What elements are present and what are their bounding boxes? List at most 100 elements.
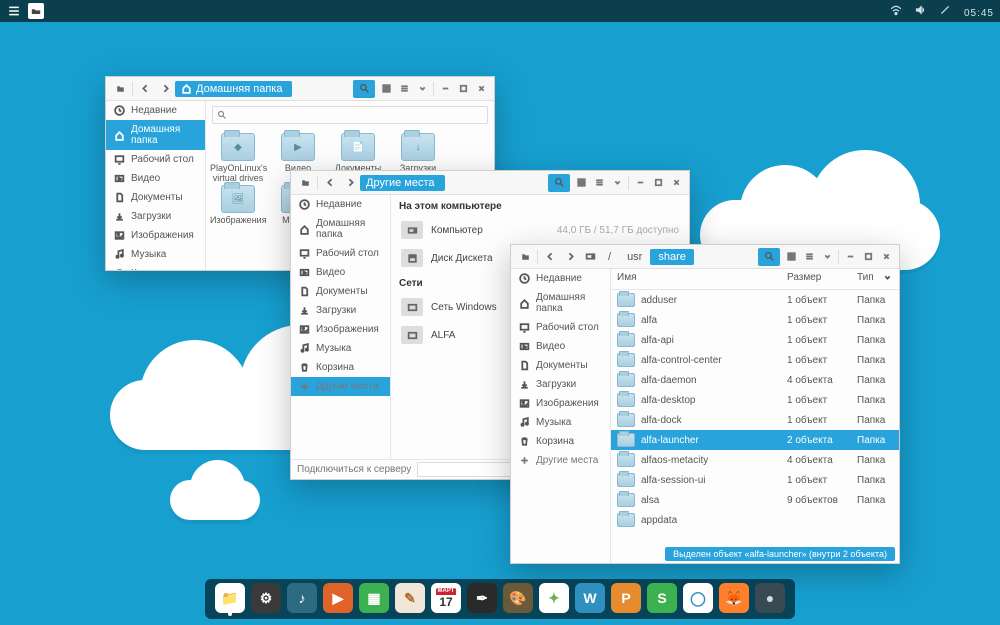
view-menu-button[interactable]	[818, 248, 836, 266]
window-minimize-button[interactable]	[631, 174, 649, 192]
sidebar-item-music[interactable]: Музыка	[511, 413, 610, 432]
table-row[interactable]: alfa-api 1 объект Папка	[611, 330, 899, 350]
dock-wps-presentation-icon[interactable]: P	[611, 583, 641, 613]
sidebar-item-home[interactable]: Домашняя папка	[511, 288, 610, 318]
sidebar-item-desktop[interactable]: Рабочий стол	[106, 150, 205, 169]
dock-calendar-icon[interactable]: МАРТ17	[431, 583, 461, 613]
window-maximize-button[interactable]	[859, 248, 877, 266]
nav-back-button[interactable]	[320, 173, 340, 193]
dock-app-icon[interactable]: ●	[755, 583, 785, 613]
sidebar-item-image[interactable]: Изображения	[291, 320, 390, 339]
network-icon[interactable]	[939, 4, 951, 16]
breadcrumb-other[interactable]: Другие места	[360, 175, 445, 191]
dock-firefox-icon[interactable]: 🦊	[719, 583, 749, 613]
table-row[interactable]: alfaos-metacity 4 объекта Папка	[611, 450, 899, 470]
dock-video-icon[interactable]: ▶	[323, 583, 353, 613]
search-button[interactable]	[353, 80, 375, 98]
sidebar-item-doc[interactable]: Документы	[291, 282, 390, 301]
dock-wps-spreadsheet-icon[interactable]: S	[647, 583, 677, 613]
app-menu-icon[interactable]	[6, 3, 22, 19]
dock-settings-icon[interactable]: ⚙	[251, 583, 281, 613]
sidebar-item-plus[interactable]: Другие места	[291, 377, 390, 396]
table-row[interactable]: alfa-daemon 4 объекта Папка	[611, 370, 899, 390]
sidebar-item-download[interactable]: Загрузки	[291, 301, 390, 320]
sidebar-item-trash[interactable]: Корзина	[511, 432, 610, 451]
sidebar-item-doc[interactable]: Документы	[106, 188, 205, 207]
table-row[interactable]: adduser 1 объект Папка	[611, 290, 899, 310]
sidebar-item-image[interactable]: Изображения	[106, 226, 205, 245]
search-button[interactable]	[548, 174, 570, 192]
breadcrumb-root[interactable]: /	[600, 249, 619, 265]
table-row[interactable]: appdata	[611, 510, 899, 530]
sidebar-item-desktop[interactable]: Рабочий стол	[511, 318, 610, 337]
table-row[interactable]: alfa-control-center 1 объект Папка	[611, 350, 899, 370]
table-row[interactable]: alfa 1 объект Папка	[611, 310, 899, 330]
window-minimize-button[interactable]	[841, 248, 859, 266]
dock-gimp-icon[interactable]: 🎨	[503, 583, 533, 613]
sidebar-item-trash[interactable]: Корзина	[291, 358, 390, 377]
folder-item[interactable]: 🖼 Изображения	[210, 185, 266, 235]
dock-notes-icon[interactable]: ✎	[395, 583, 425, 613]
sidebar-item-home[interactable]: Домашняя папка	[291, 214, 390, 244]
dock-files-icon[interactable]: 📁	[215, 583, 245, 613]
window-minimize-button[interactable]	[436, 80, 454, 98]
view-grid-button[interactable]	[782, 248, 800, 266]
search-input[interactable]	[212, 106, 488, 124]
sidebar-item-video[interactable]: Видео	[511, 337, 610, 356]
caret-down-icon[interactable]	[882, 272, 893, 286]
window-close-button[interactable]	[667, 174, 685, 192]
sidebar-item-video[interactable]: Видео	[291, 263, 390, 282]
sidebar-item-desktop[interactable]: Рабочий стол	[291, 244, 390, 263]
nav-back-button[interactable]	[540, 247, 560, 267]
view-list-button[interactable]	[395, 80, 413, 98]
wifi-icon[interactable]	[890, 4, 902, 16]
search-button[interactable]	[758, 248, 780, 266]
sidebar-item-trash[interactable]: Корзина	[106, 264, 205, 270]
table-row[interactable]: alsa 9 объектов Папка	[611, 490, 899, 510]
place-row[interactable]: Компьютер 44,0 ГБ / 51,7 ГБ доступно	[391, 216, 689, 244]
sidebar-item-image[interactable]: Изображения	[511, 394, 610, 413]
dock-inkscape-icon[interactable]: ✒	[467, 583, 497, 613]
sidebar-item-plus[interactable]: Другие места	[511, 451, 610, 470]
view-menu-button[interactable]	[413, 80, 431, 98]
sidebar-item-music[interactable]: Музыка	[106, 245, 205, 264]
column-label[interactable]: Имя	[617, 272, 747, 286]
table-row[interactable]: alfa-dock 1 объект Папка	[611, 410, 899, 430]
breadcrumb-home[interactable]: Домашняя папка	[175, 81, 292, 97]
dock-spreadsheet-icon[interactable]: ▦	[359, 583, 389, 613]
column-label[interactable]: Размер	[787, 272, 857, 286]
nav-fwd-button[interactable]	[340, 173, 360, 193]
folder-item[interactable]: ◆ PlayOnLinux's virtual drives	[210, 133, 266, 183]
dock-music-icon[interactable]: ♪	[287, 583, 317, 613]
sidebar-item-clock[interactable]: Недавние	[291, 195, 390, 214]
view-grid-button[interactable]	[572, 174, 590, 192]
sidebar-item-download[interactable]: Загрузки	[106, 207, 205, 226]
dock-wps-writer-icon[interactable]: W	[575, 583, 605, 613]
nav-fwd-button[interactable]	[155, 79, 175, 99]
sidebar-item-download[interactable]: Загрузки	[511, 375, 610, 394]
sidebar-item-home[interactable]: Домашняя папка	[106, 120, 205, 150]
sidebar-item-clock[interactable]: Недавние	[106, 101, 205, 120]
window-close-button[interactable]	[472, 80, 490, 98]
window-maximize-button[interactable]	[454, 80, 472, 98]
dock-chromium-icon[interactable]: ◯	[683, 583, 713, 613]
view-list-button[interactable]	[800, 248, 818, 266]
breadcrumb-usr[interactable]: usr	[619, 249, 650, 265]
view-menu-button[interactable]	[608, 174, 626, 192]
table-row[interactable]: alfa-session-ui 1 объект Папка	[611, 470, 899, 490]
column-label[interactable]	[747, 272, 787, 286]
sidebar-item-video[interactable]: Видео	[106, 169, 205, 188]
nav-fwd-button[interactable]	[560, 247, 580, 267]
view-grid-button[interactable]	[377, 80, 395, 98]
breadcrumb-share[interactable]: share	[650, 249, 694, 265]
panel-clock[interactable]: 05:45	[964, 8, 994, 19]
window-maximize-button[interactable]	[649, 174, 667, 192]
dock-playonlinux-icon[interactable]: ✦	[539, 583, 569, 613]
window-close-button[interactable]	[877, 248, 895, 266]
sidebar-item-music[interactable]: Музыка	[291, 339, 390, 358]
nav-back-button[interactable]	[135, 79, 155, 99]
table-row[interactable]: alfa-launcher 2 объекта Папка	[611, 430, 899, 450]
view-list-button[interactable]	[590, 174, 608, 192]
sidebar-item-clock[interactable]: Недавние	[511, 269, 610, 288]
volume-icon[interactable]	[914, 4, 926, 16]
